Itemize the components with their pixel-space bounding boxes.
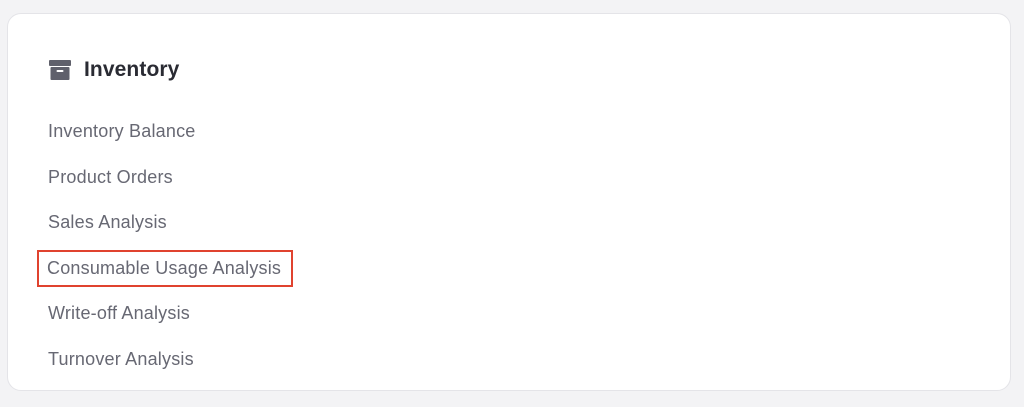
link-inventory-balance[interactable]: Inventory Balance [47,121,197,142]
menu-item-turnover-analysis: Turnover Analysis [47,337,291,383]
link-sales-analysis[interactable]: Sales Analysis [47,212,168,233]
archive-box-icon [48,58,72,82]
menu-item-write-off-analysis: Write-off Analysis [47,291,291,337]
link-product-orders[interactable]: Product Orders [47,167,174,188]
menu-item-consumable-usage-analysis: Consumable Usage Analysis [36,246,294,292]
link-turnover-analysis[interactable]: Turnover Analysis [47,349,195,370]
link-write-off-analysis[interactable]: Write-off Analysis [47,303,191,324]
link-consumable-usage-analysis[interactable]: Consumable Usage Analysis [36,249,294,287]
menu-item-inventory-balance: Inventory Balance [47,109,291,155]
section-header: Inventory [48,57,179,83]
menu-item-sales-analysis: Sales Analysis [47,200,291,246]
section-title: Inventory [84,58,180,81]
inventory-card: Inventory Inventory Balance Product Orde… [7,13,1011,391]
inventory-menu: Inventory Balance Product Orders Sales A… [36,109,294,383]
menu-item-product-orders: Product Orders [47,155,291,201]
